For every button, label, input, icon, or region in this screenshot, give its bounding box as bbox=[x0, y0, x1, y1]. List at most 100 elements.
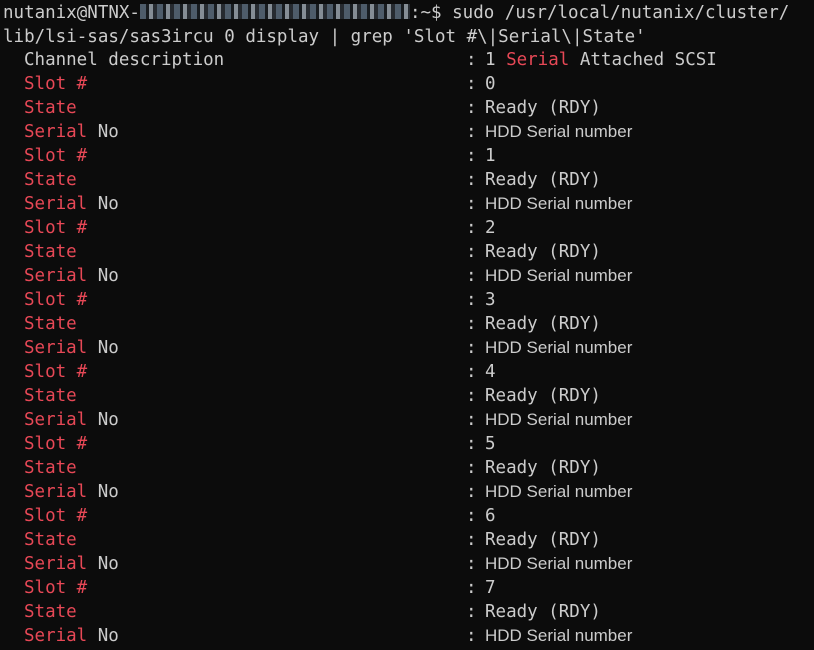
state-row: State: Ready (RDY) bbox=[0, 96, 814, 120]
slot-row: Slot #:3 bbox=[0, 288, 814, 312]
serial-row: Serial No: HDD Serial number bbox=[0, 192, 814, 216]
state-label: State bbox=[24, 386, 77, 406]
state-value: Ready (RDY) bbox=[485, 386, 601, 406]
separator: : bbox=[466, 314, 477, 334]
state-row: State: Ready (RDY) bbox=[0, 600, 814, 624]
separator: : bbox=[466, 218, 477, 238]
serial-label-rest: No bbox=[87, 266, 119, 286]
separator: : bbox=[466, 98, 477, 118]
serial-label: Serial No bbox=[24, 264, 119, 288]
serial-label: Serial No bbox=[24, 552, 119, 576]
serial-label-rest: No bbox=[87, 626, 119, 646]
serial-label-highlight: Serial bbox=[24, 122, 88, 142]
channel-description-row: Channel description : 1 Serial Attached … bbox=[0, 48, 814, 72]
serial-label: Serial No bbox=[24, 192, 119, 216]
slot-value: 2 bbox=[485, 218, 496, 238]
serial-label-highlight: Serial bbox=[24, 482, 88, 502]
slot-label: Slot # bbox=[24, 74, 88, 94]
serial-label: Serial No bbox=[24, 624, 119, 648]
serial-label: Serial No bbox=[24, 120, 119, 144]
serial-value: HDD Serial number bbox=[485, 554, 633, 573]
separator: : bbox=[466, 194, 477, 214]
serial-value: HDD Serial number bbox=[485, 626, 633, 645]
serial-label-highlight: Serial bbox=[24, 194, 88, 214]
slot-label: Slot # bbox=[24, 506, 88, 526]
prompt-user-host: nutanix@NTNX- bbox=[3, 3, 140, 23]
serial-label-highlight: Serial bbox=[24, 554, 88, 574]
slot-label: Slot # bbox=[24, 362, 88, 382]
channel-value: 1 Serial Attached SCSI bbox=[485, 50, 717, 70]
separator: : bbox=[466, 506, 477, 526]
separator: : bbox=[466, 578, 477, 598]
serial-label-rest: No bbox=[87, 122, 119, 142]
state-value: Ready (RDY) bbox=[485, 170, 601, 190]
prompt-suffix: :~$ bbox=[409, 3, 453, 23]
command-line-2: lib/lsi-sas/sas3ircu 0 display | grep 'S… bbox=[3, 25, 646, 49]
serial-row: Serial No: HDD Serial number bbox=[0, 552, 814, 576]
channel-label: Channel description bbox=[24, 50, 225, 70]
slot-label: Slot # bbox=[24, 434, 88, 454]
slot-value: 1 bbox=[485, 146, 496, 166]
slot-value: 0 bbox=[485, 74, 496, 94]
slot-label: Slot # bbox=[24, 290, 88, 310]
slot-row: Slot #:6 bbox=[0, 504, 814, 528]
separator: : bbox=[466, 290, 477, 310]
state-label: State bbox=[24, 530, 77, 550]
serial-label-rest: No bbox=[87, 482, 119, 502]
separator: : bbox=[466, 170, 477, 190]
slot-value: 5 bbox=[485, 434, 496, 454]
state-label: State bbox=[24, 314, 77, 334]
slot-row: Slot #:4 bbox=[0, 360, 814, 384]
slot-value: 4 bbox=[485, 362, 496, 382]
slot-row: Slot #:2 bbox=[0, 216, 814, 240]
command-text-part2: lib/lsi-sas/sas3ircu 0 display | grep 'S… bbox=[3, 27, 646, 47]
state-row: State: Ready (RDY) bbox=[0, 312, 814, 336]
separator: : bbox=[466, 266, 477, 286]
serial-label-rest: No bbox=[87, 338, 119, 358]
serial-label-highlight: Serial bbox=[24, 338, 88, 358]
state-row: State: Ready (RDY) bbox=[0, 168, 814, 192]
separator: : bbox=[466, 530, 477, 550]
state-value: Ready (RDY) bbox=[485, 314, 601, 334]
serial-label-highlight: Serial bbox=[24, 266, 88, 286]
serial-label-highlight: Serial bbox=[24, 410, 88, 430]
serial-row: Serial No: HDD Serial number bbox=[0, 264, 814, 288]
slot-label: Slot # bbox=[24, 146, 88, 166]
slot-value: 7 bbox=[485, 578, 496, 598]
state-label: State bbox=[24, 458, 77, 478]
separator: : bbox=[466, 74, 477, 94]
separator: : bbox=[466, 338, 477, 358]
separator: : bbox=[466, 602, 477, 622]
serial-label: Serial No bbox=[24, 336, 119, 360]
serial-value: HDD Serial number bbox=[485, 482, 633, 501]
slot-row: Slot #:0 bbox=[0, 72, 814, 96]
state-value: Ready (RDY) bbox=[485, 530, 601, 550]
serial-value: HDD Serial number bbox=[485, 410, 633, 429]
state-label: State bbox=[24, 170, 77, 190]
separator: : bbox=[466, 122, 477, 142]
serial-label: Serial No bbox=[24, 480, 119, 504]
redacted-hostname bbox=[139, 4, 410, 19]
state-label: State bbox=[24, 602, 77, 622]
separator: : bbox=[466, 362, 477, 382]
separator: : bbox=[466, 386, 477, 406]
serial-value: HDD Serial number bbox=[485, 122, 633, 141]
separator: : bbox=[466, 50, 477, 70]
slot-label: Slot # bbox=[24, 218, 88, 238]
state-value: Ready (RDY) bbox=[485, 242, 601, 262]
state-row: State: Ready (RDY) bbox=[0, 456, 814, 480]
serial-value: HDD Serial number bbox=[485, 266, 633, 285]
serial-value: HDD Serial number bbox=[485, 194, 633, 213]
separator: : bbox=[466, 626, 477, 646]
state-row: State: Ready (RDY) bbox=[0, 384, 814, 408]
serial-label-rest: No bbox=[87, 194, 119, 214]
state-value: Ready (RDY) bbox=[485, 98, 601, 118]
state-row: State: Ready (RDY) bbox=[0, 528, 814, 552]
state-label: State bbox=[24, 242, 77, 262]
separator: : bbox=[466, 410, 477, 430]
slot-value: 6 bbox=[485, 506, 496, 526]
serial-label-rest: No bbox=[87, 554, 119, 574]
slot-row: Slot #:7 bbox=[0, 576, 814, 600]
terminal-window[interactable]: nutanix@NTNX-:~$ sudo /usr/local/nutanix… bbox=[0, 0, 814, 650]
serial-row: Serial No: HDD Serial number bbox=[0, 408, 814, 432]
